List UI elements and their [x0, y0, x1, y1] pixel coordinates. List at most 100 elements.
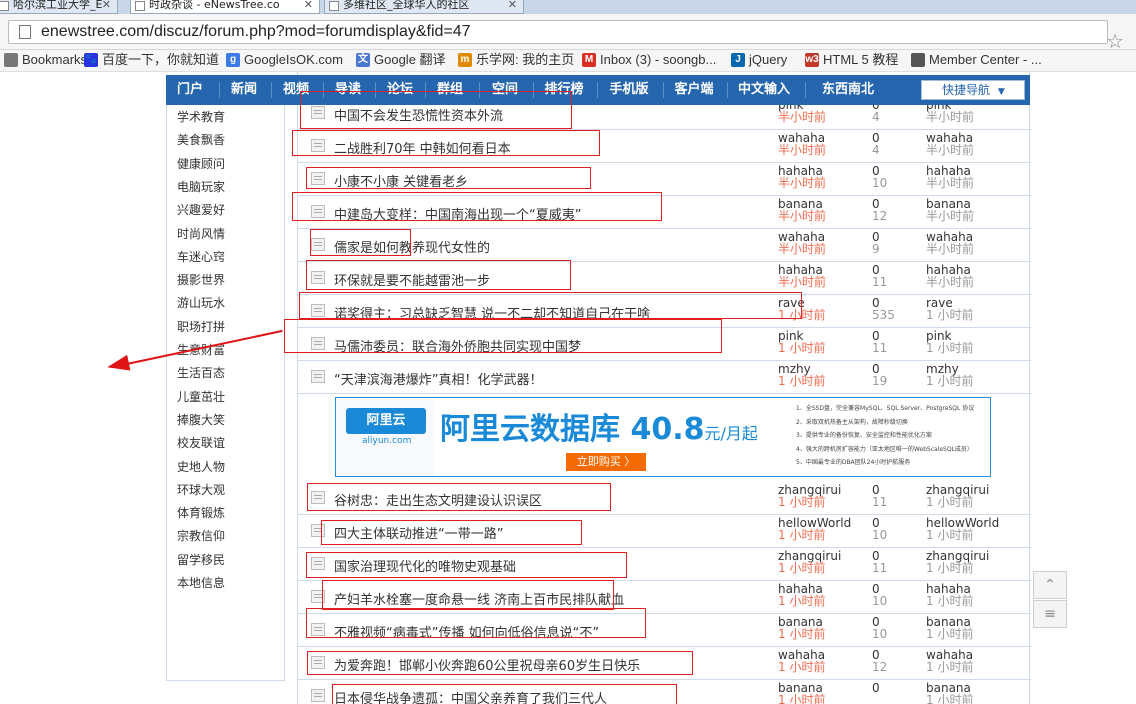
thread-title[interactable]: 日本侵华战争遗孤：中国父亲养育了我们三代人	[334, 688, 607, 704]
thread-icon	[311, 557, 325, 570]
sidebar-item[interactable]: 宗教信仰	[177, 526, 225, 546]
sidebar-item[interactable]: 校友联谊	[177, 433, 225, 453]
table-row[interactable]: 中建岛大变样：中国南海出现一个“夏威夷” banana 半小时前 0 12 banana 半…	[298, 196, 1031, 229]
view-count: 4	[872, 143, 880, 157]
thread-title[interactable]: 二战胜利70年 中韩如何看日本	[334, 138, 511, 157]
thread-title[interactable]: 诺奖得主：习总缺乏智慧 说一不二却不知道自己在干啥	[334, 303, 650, 322]
sidebar-item[interactable]: 游山玩水	[177, 293, 225, 313]
sidebar-item[interactable]: 环球大观	[177, 480, 225, 500]
bookmark-item[interactable]: Bookmarks	[4, 50, 87, 70]
sidebar-item[interactable]: 本地信息	[177, 573, 225, 593]
table-row[interactable]: “天津滨海港爆炸”真相！化学武器！ mzhy 1 小时前 0 19 mzhy 1 小时前	[298, 361, 1031, 394]
bookmark-label: Google 翻译	[374, 52, 446, 67]
table-row[interactable]: 国家治理现代化的唯物史观基础 zhangqirui 1 小时前 0 11 zhangqir…	[298, 548, 1031, 581]
nav-item-7[interactable]: 排行榜	[536, 75, 592, 105]
nav-item-3[interactable]: 导读	[326, 75, 370, 105]
bookmark-item[interactable]: g GoogleIsOK.com	[226, 50, 343, 70]
nav-item-4[interactable]: 论坛	[378, 75, 422, 105]
sidebar-item[interactable]: 电脑玩家	[177, 177, 225, 197]
thread-title[interactable]: 谷树忠：走出生态文明建设认识误区	[334, 490, 542, 509]
close-icon[interactable]: ✕	[102, 0, 111, 12]
sidebar-item[interactable]: 史地人物	[177, 457, 225, 477]
thread-title[interactable]: 国家治理现代化的唯物史观基础	[334, 556, 516, 575]
close-icon[interactable]: ✕	[508, 0, 517, 12]
nav-item-11[interactable]: 东西南北	[808, 75, 888, 105]
sidebar-item[interactable]: 生活百态	[177, 363, 225, 383]
author-cell: banana 半小时前	[778, 198, 826, 222]
thread-title[interactable]: 儒家是如何教养现代女性的	[334, 237, 490, 256]
sidebar-item[interactable]: 职场打拼	[177, 317, 225, 337]
table-row[interactable]: 产妇羊水栓塞一度命悬一线 济南上百市民排队献血 hahaha 1 小时前 0 10 hah…	[298, 581, 1031, 614]
thread-title[interactable]: “天津滨海港爆炸”真相！化学武器！	[334, 369, 542, 388]
table-row[interactable]: 儒家是如何教养现代女性的 wahaha 半小时前 0 9 wahaha 半小时前	[298, 229, 1031, 262]
nav-item-9[interactable]: 客户端	[666, 75, 722, 105]
back-to-top-button[interactable]: ⌃	[1033, 571, 1067, 599]
author-cell: wahaha 半小时前	[778, 132, 826, 156]
thread-title[interactable]: 四大主体联动推进“一带一路”	[334, 523, 503, 542]
tab-hit[interactable]: 哈尔滨工业大学_E ✕	[0, 0, 118, 14]
table-row[interactable]: 不雅视频“病毒式”传播 如何向低俗信息说“不” banana 1 小时前 0 10 ban…	[298, 614, 1031, 647]
table-row[interactable]: 小康不小康 关键看老乡 hahaha 半小时前 0 10 hahaha 半小时前	[298, 163, 1031, 196]
bookmark-item[interactable]: w3 HTML 5 教程	[805, 50, 898, 70]
bookmarks-icon	[4, 53, 18, 67]
table-row[interactable]: 马儒沛委员：联合海外侨胞共同实现中国梦 pink 1 小时前 0 11 pink 1 小时前	[298, 328, 1031, 361]
count-cell: 0 19	[872, 363, 887, 387]
bookmark-item[interactable]: 文 Google 翻译	[356, 50, 446, 70]
sidebar-item[interactable]: 摄影世界	[177, 270, 225, 290]
thread-title[interactable]: 小康不小康 关键看老乡	[334, 171, 468, 190]
thread-title[interactable]: 产妇羊水栓塞一度命悬一线 济南上百市民排队献血	[334, 589, 624, 608]
table-row[interactable]: 环保就是要不能越雷池一步 hahaha 半小时前 0 11 hahaha 半小时前	[298, 262, 1031, 295]
table-row[interactable]: 四大主体联动推进“一带一路” hellowWorld 1 小时前 0 10 hellowW…	[298, 515, 1031, 548]
thread-title[interactable]: 中国不会发生恐慌性资本外流	[334, 105, 503, 124]
nav-item-6[interactable]: 空间	[482, 75, 528, 105]
post-time: 1 小时前	[778, 561, 826, 575]
author-cell: zhangqirui 1 小时前	[778, 550, 841, 575]
last-post-time: 半小时前	[926, 110, 975, 124]
ad-banner[interactable]: 阿里云 aliyun.com 阿里云数据库 40.8元/月起 立即购买 〉 1、全SSD…	[335, 397, 991, 477]
nav-item-1[interactable]: 新闻	[222, 75, 266, 105]
sidebar-item[interactable]: 健康顾问	[177, 154, 225, 174]
bookmark-item[interactable]: JjQuery	[731, 50, 787, 70]
thread-list-toggle-button[interactable]: ≡	[1033, 600, 1067, 628]
table-row[interactable]: 谷树忠：走出生态文明建设认识误区 zhangqirui 1 小时前 0 11 zhangq…	[298, 482, 1031, 515]
count-cell: 0 11	[872, 484, 887, 508]
table-row[interactable]: 诺奖得主：习总缺乏智慧 说一不二却不知道自己在干啥 rave 1 小时前 0 535 ra…	[298, 295, 1031, 328]
bookmark-label: 乐学网: 我的主页	[476, 52, 575, 67]
bookmark-item[interactable]: Member Center - ...	[911, 50, 1042, 70]
sidebar-item[interactable]: 学术教育	[177, 107, 225, 127]
bookmark-item[interactable]: M Inbox (3) - soongb...	[582, 50, 716, 70]
tab-dwnews[interactable]: 多维社区_全球华人的社区 ✕	[324, 0, 524, 14]
nav-item-0[interactable]: 门户	[166, 75, 214, 105]
thread-title[interactable]: 马儒沛委员：联合海外侨胞共同实现中国梦	[334, 336, 581, 355]
sidebar-item[interactable]: 留学移民	[177, 550, 225, 570]
nav-item-10[interactable]: 中文输入	[730, 75, 798, 105]
sidebar-item[interactable]: 时尚风情	[177, 224, 225, 244]
url-input[interactable]: enewstree.com/discuz/forum.php?mod=forum…	[8, 20, 1108, 44]
table-row[interactable]: 二战胜利70年 中韩如何看日本 wahaha 半小时前 0 4 wahaha 半小时前	[298, 130, 1031, 163]
tab-favicon	[0, 1, 9, 11]
nav-item-5[interactable]: 群组	[428, 75, 472, 105]
sidebar-item[interactable]: 捧腹大笑	[177, 410, 225, 430]
close-icon[interactable]: ✕	[304, 0, 313, 12]
sidebar-item[interactable]: 兴趣爱好	[177, 200, 225, 220]
post-time: 1 小时前	[778, 495, 826, 509]
sidebar-item[interactable]: 车迷心窍	[177, 247, 225, 267]
bookmark-item[interactable]: m 乐学网: 我的主页	[458, 50, 574, 70]
nav-item-2[interactable]: 视频	[274, 75, 318, 105]
tab-favicon	[329, 1, 339, 11]
sidebar-item[interactable]: 儿童茁壮	[177, 387, 225, 407]
bookmark-item[interactable]: 🐾 百度一下，你就知道	[84, 50, 219, 70]
thread-title[interactable]: 环保就是要不能越雷池一步	[334, 270, 490, 289]
quick-nav-button[interactable]: 快捷导航 ▼	[921, 80, 1025, 100]
table-row[interactable]: 为爱奔跑！邯郸小伙奔跑60公里祝母亲60岁生日快乐 wahaha 1 小时前 0 12 w…	[298, 647, 1031, 680]
thread-title[interactable]: 为爱奔跑！邯郸小伙奔跑60公里祝母亲60岁生日快乐	[334, 655, 640, 674]
nav-item-8[interactable]: 手机版	[600, 75, 658, 105]
buy-now-button[interactable]: 立即购买 〉	[566, 453, 646, 471]
last-post-cell: zhangqirui 1 小时前	[926, 484, 989, 508]
table-row[interactable]: 日本侵华战争遗孤：中国父亲养育了我们三代人 banana 1 小时前 0 banana 1…	[298, 680, 1031, 704]
tab-current[interactable]: 时政杂谈 - eNewsTree.co ✕	[130, 0, 320, 14]
sidebar-item[interactable]: 美食飘香	[177, 130, 225, 150]
thread-title[interactable]: 不雅视频“病毒式”传播 如何向低俗信息说“不”	[334, 622, 599, 641]
sidebar-item[interactable]: 体育锻炼	[177, 503, 225, 523]
thread-title[interactable]: 中建岛大变样：中国南海出现一个“夏威夷”	[334, 204, 581, 223]
